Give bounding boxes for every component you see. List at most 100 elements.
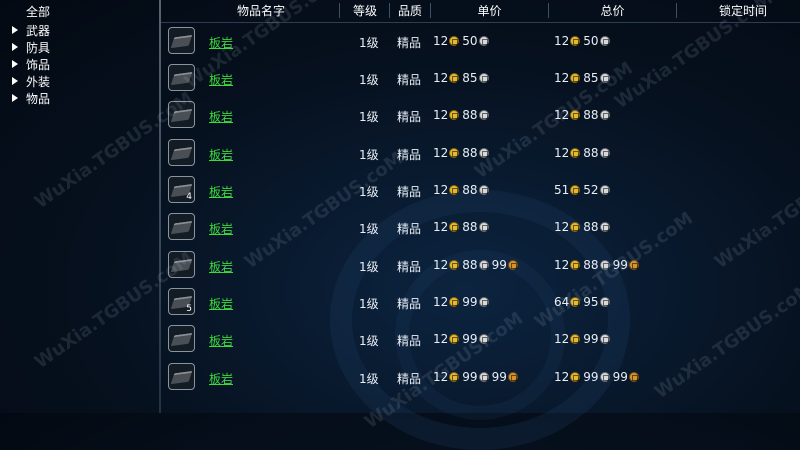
- item-name-link[interactable]: 板岩: [209, 370, 233, 387]
- gold-coin-icon: [449, 185, 460, 195]
- item-quality: 精品: [397, 148, 422, 162]
- item-slate-icon[interactable]: [168, 213, 195, 240]
- category-all[interactable]: 全部: [26, 3, 50, 20]
- price-amount: 85: [462, 71, 478, 85]
- item-level: 1级: [359, 36, 379, 50]
- category-accessories[interactable]: 饰品: [12, 56, 50, 72]
- item-name-link[interactable]: 板岩: [209, 71, 233, 88]
- item-slate-icon[interactable]: [168, 363, 195, 390]
- item-slate-icon[interactable]: [168, 27, 195, 54]
- item-slate-icon[interactable]: [168, 101, 195, 128]
- item-name-link[interactable]: 板岩: [209, 108, 233, 125]
- category-sidebar: 全部 武器 防具 饰品 外装 物品: [0, 0, 160, 413]
- column-header-lock-time[interactable]: 锁定时间: [677, 0, 800, 22]
- price-amount: 12: [554, 34, 570, 48]
- silver-coin-icon: [599, 372, 610, 382]
- item-slate-icon[interactable]: [168, 251, 195, 278]
- item-name-link[interactable]: 板岩: [209, 332, 233, 349]
- category-label: 外装: [26, 74, 51, 89]
- price-amount: 85: [583, 71, 599, 85]
- slate-stone-icon: [170, 108, 193, 123]
- total-price: 12 88 99: [554, 258, 640, 272]
- column-header-level[interactable]: 等级: [341, 0, 389, 22]
- slate-stone-icon: [170, 34, 193, 49]
- item-level: 1级: [359, 73, 379, 87]
- price-amount: 99: [462, 370, 478, 384]
- table-row[interactable]: 4 板岩 1级 精品 12 88 51 52: [161, 175, 800, 205]
- item-name-link[interactable]: 板岩: [209, 258, 233, 275]
- total-price: 12 99 99: [554, 370, 640, 384]
- item-name-link[interactable]: 板岩: [209, 183, 233, 200]
- table-row[interactable]: 板岩 1级 精品 12 50 12 50: [161, 26, 800, 56]
- price-amount: 12: [433, 183, 449, 197]
- price-amount: 99: [462, 332, 478, 346]
- item-slate-icon[interactable]: [168, 325, 195, 352]
- gold-coin-icon: [570, 334, 581, 344]
- item-quality: 精品: [397, 185, 422, 199]
- gold-coin-icon: [570, 110, 581, 120]
- table-row[interactable]: 板岩 1级 精品 12 88 12 88: [161, 212, 800, 242]
- silver-coin-icon: [599, 260, 610, 270]
- table-row[interactable]: 板岩 1级 精品 12 85 12 85: [161, 63, 800, 93]
- item-quality: 精品: [397, 334, 422, 348]
- item-name-link[interactable]: 板岩: [209, 295, 233, 312]
- expand-arrow-icon: [12, 77, 18, 85]
- price-amount: 12: [554, 332, 570, 346]
- slate-stone-icon: [170, 258, 193, 273]
- total-price: 64 95: [554, 295, 611, 309]
- item-slate-icon[interactable]: [168, 139, 195, 166]
- category-weapons[interactable]: 武器: [12, 22, 50, 38]
- gold-coin-icon: [449, 148, 460, 158]
- unit-price: 12 88: [433, 183, 490, 197]
- item-level: 1级: [359, 148, 379, 162]
- silver-coin-icon: [599, 73, 610, 83]
- item-slate-icon[interactable]: 5: [168, 288, 195, 315]
- gold-coin-icon: [449, 372, 460, 382]
- slate-stone-icon: [170, 220, 193, 235]
- table-row[interactable]: 板岩 1级 精品 12 99 12 99: [161, 324, 800, 354]
- silver-coin-icon: [478, 297, 489, 307]
- table-row[interactable]: 板岩 1级 精品 12 88 99 12 88 99: [161, 250, 800, 280]
- unit-price: 12 88: [433, 146, 490, 160]
- price-amount: 12: [433, 220, 449, 234]
- table-row[interactable]: 5 板岩 1级 精品 12 99 64 95: [161, 287, 800, 317]
- silver-coin-icon: [478, 185, 489, 195]
- item-level: 1级: [359, 185, 379, 199]
- category-items[interactable]: 物品: [12, 90, 50, 106]
- column-header-total-price[interactable]: 总价: [549, 0, 676, 22]
- column-header-unit-price[interactable]: 单价: [431, 0, 548, 22]
- unit-price: 12 88: [433, 220, 490, 234]
- column-header-name[interactable]: 物品名字: [191, 0, 331, 22]
- price-amount: 88: [462, 183, 478, 197]
- category-label: 物品: [26, 91, 51, 106]
- slate-stone-icon: [170, 332, 193, 347]
- table-row[interactable]: 板岩 1级 精品 12 88 12 88: [161, 138, 800, 168]
- price-amount: 12: [433, 332, 449, 346]
- silver-coin-icon: [478, 222, 489, 232]
- item-name-link[interactable]: 板岩: [209, 220, 233, 237]
- slate-stone-icon: [170, 71, 193, 86]
- gold-coin-icon: [449, 297, 460, 307]
- price-amount: 12: [554, 258, 570, 272]
- item-name-link[interactable]: 板岩: [209, 146, 233, 163]
- silver-coin-icon: [599, 222, 610, 232]
- item-slate-icon[interactable]: [168, 64, 195, 91]
- item-slate-icon[interactable]: 4: [168, 176, 195, 203]
- price-amount: 12: [433, 108, 449, 122]
- unit-price: 12 88: [433, 108, 490, 122]
- unit-price: 12 50: [433, 34, 490, 48]
- column-header-quality[interactable]: 品质: [390, 0, 430, 22]
- unit-price: 12 99: [433, 295, 490, 309]
- price-amount: 99: [612, 258, 628, 272]
- gold-coin-icon: [570, 148, 581, 158]
- price-amount: 12: [433, 146, 449, 160]
- item-name-link[interactable]: 板岩: [209, 34, 233, 51]
- category-label: 武器: [26, 23, 51, 38]
- table-row[interactable]: 板岩 1级 精品 12 88 12 88: [161, 100, 800, 130]
- item-quality: 精品: [397, 222, 422, 236]
- category-armor[interactable]: 防具: [12, 39, 50, 55]
- price-amount: 51: [554, 183, 570, 197]
- column-divider: [339, 3, 340, 18]
- category-costumes[interactable]: 外装: [12, 73, 50, 89]
- table-row[interactable]: 板岩 1级 精品 12 99 99 12 99 99: [161, 362, 800, 392]
